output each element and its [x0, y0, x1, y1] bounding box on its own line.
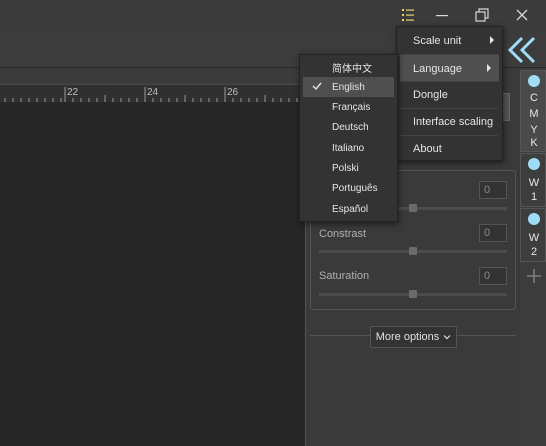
language-label: 简体中文	[332, 63, 372, 75]
saturation-label: Saturation	[319, 270, 370, 282]
ruler-label: 26	[227, 87, 239, 98]
double-chevron-left-icon	[507, 36, 536, 64]
collapse-panel-button[interactable]	[502, 34, 542, 66]
restore-icon	[475, 8, 489, 22]
channel-letter: K	[530, 137, 538, 149]
saturation-slider-thumb[interactable]	[409, 290, 417, 298]
language-label: English	[332, 81, 365, 93]
channel-enabled-indicator[interactable]	[528, 213, 540, 225]
language-label: Polski	[332, 162, 359, 174]
more-options-button[interactable]: More options	[370, 326, 457, 348]
plus-icon	[527, 269, 541, 283]
canvas-area[interactable]	[0, 102, 305, 446]
horizontal-ruler: 22 24 26	[0, 84, 305, 103]
contrast-value-field[interactable]: 0	[479, 224, 507, 242]
channel-tab-cmyk[interactable]: C M Y K	[520, 70, 546, 152]
language-option-english[interactable]: English	[303, 77, 394, 97]
menu-item-label: Interface scaling	[413, 115, 494, 128]
language-option-portuguese[interactable]: Português	[300, 178, 397, 198]
channel-letter: C	[530, 92, 538, 104]
language-label: Português	[332, 182, 378, 194]
menu-item-language[interactable]: Language	[400, 55, 499, 82]
ruler-label: 24	[147, 87, 159, 98]
close-icon	[516, 9, 528, 21]
language-option-chinese[interactable]: 简体中文	[300, 57, 397, 77]
ruler-label: 22	[67, 87, 79, 98]
language-label: Español	[332, 203, 369, 215]
checkmark-icon	[312, 82, 322, 91]
menu-item-dongle[interactable]: Dongle	[397, 81, 502, 108]
language-option-spanish[interactable]: Español	[300, 199, 397, 219]
channel-enabled-indicator[interactable]	[528, 158, 540, 170]
menu-item-label: Language	[413, 62, 462, 75]
chevron-down-icon	[443, 335, 451, 340]
submenu-arrow-icon	[490, 36, 494, 44]
list-menu-icon	[402, 9, 414, 21]
language-submenu: 简体中文 English Français Deutsch Italiano P…	[299, 54, 398, 222]
language-label: Deutsch	[332, 121, 369, 133]
channel-letter: 1	[530, 191, 538, 203]
channel-enabled-indicator[interactable]	[528, 75, 540, 87]
channel-letter: 2	[530, 246, 538, 258]
close-button[interactable]	[503, 0, 541, 30]
language-option-italian[interactable]: Italiano	[300, 138, 397, 158]
menu-item-label: Dongle	[413, 88, 448, 101]
menu-item-label: Scale unit	[413, 34, 462, 47]
menu-item-about[interactable]: About	[397, 135, 502, 162]
menu-item-label: About	[413, 142, 442, 155]
menu-item-interface-scaling[interactable]: Interface scaling	[397, 108, 502, 135]
language-option-french[interactable]: Français	[300, 97, 397, 117]
channel-letter: M	[529, 108, 539, 120]
language-option-german[interactable]: Deutsch	[300, 117, 397, 137]
submenu-arrow-icon	[487, 64, 491, 72]
brightness-slider-thumb[interactable]	[409, 204, 417, 212]
language-label: Italiano	[332, 142, 365, 154]
channel-tab-w2[interactable]: W 2	[520, 208, 546, 262]
saturation-value-field[interactable]: 0	[479, 267, 507, 285]
more-options-label: More options	[375, 331, 440, 343]
app-dropdown-menu: Scale unit Language Dongle Interface sca…	[396, 26, 503, 161]
language-option-polish[interactable]: Polski	[300, 158, 397, 178]
brightness-value-field[interactable]: 0	[479, 181, 507, 199]
channel-tab-w1[interactable]: W 1	[520, 153, 546, 207]
language-label: Français	[332, 101, 371, 113]
add-channel-button[interactable]	[524, 266, 544, 286]
contrast-slider-thumb[interactable]	[409, 247, 417, 255]
menu-item-scale-unit[interactable]: Scale unit	[397, 27, 502, 54]
minimize-icon	[436, 15, 448, 17]
contrast-label: Constrast	[319, 228, 367, 240]
